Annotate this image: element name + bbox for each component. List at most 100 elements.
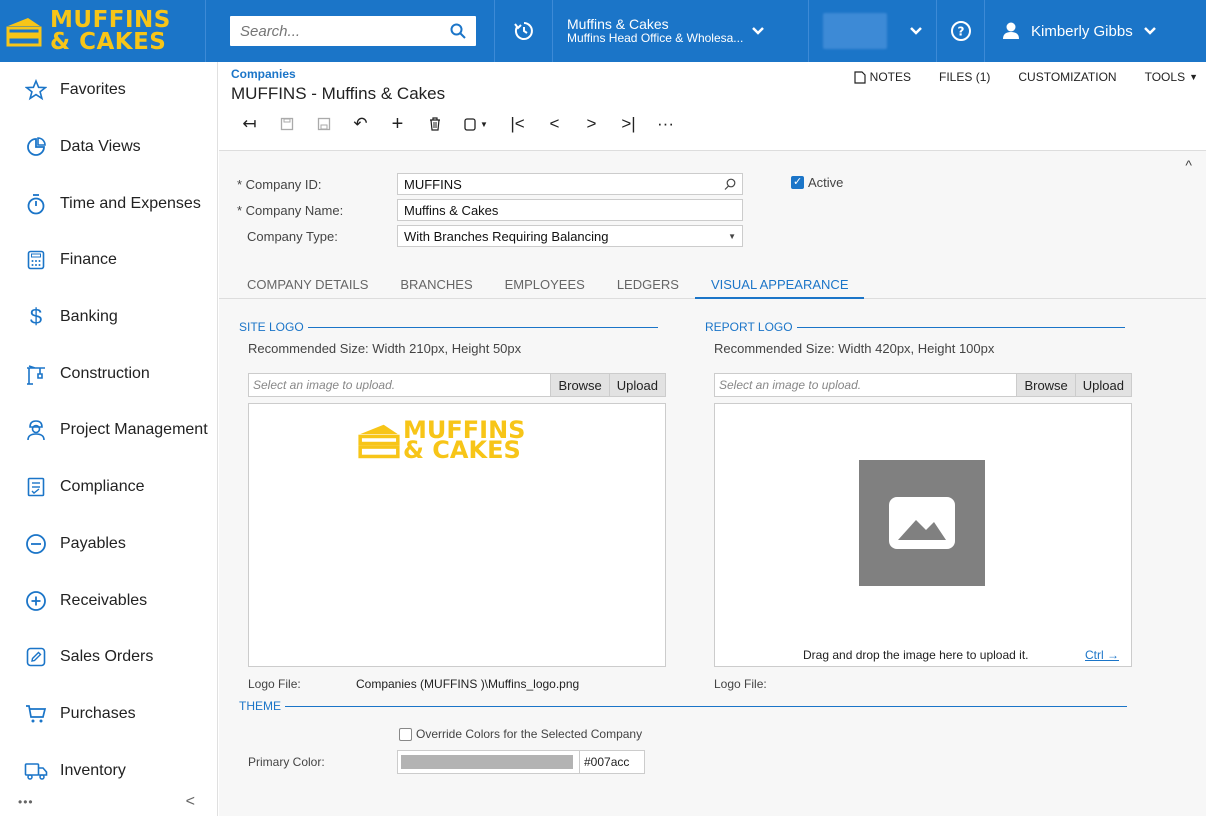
report-logo-browse-button[interactable]: Browse — [1016, 373, 1076, 397]
sidebar-item-receivables[interactable]: Receivables — [0, 572, 217, 629]
history-button[interactable] — [494, 0, 552, 62]
tab-ledgers[interactable]: LEDGERS — [601, 267, 695, 299]
tab-branches[interactable]: BRANCHES — [384, 267, 488, 299]
previous-record-button[interactable]: < — [536, 114, 573, 134]
company-name-label: * Company Name: — [237, 202, 344, 218]
ellipsis-icon: ··· — [657, 114, 674, 133]
customization-link[interactable]: CUSTOMIZATION — [1018, 70, 1116, 84]
page-title: MUFFINS - Muffins & Cakes — [231, 84, 446, 103]
company-selector[interactable]: Muffins & Cakes Muffins Head Office & Wh… — [552, 0, 808, 62]
active-checkbox[interactable]: Active — [791, 175, 843, 190]
save-close-button[interactable] — [268, 117, 305, 131]
add-button[interactable]: + — [379, 113, 416, 136]
search-icon[interactable] — [450, 23, 466, 39]
back-button[interactable]: ↤ — [231, 114, 268, 134]
top-links: NOTES FILES (1) CUSTOMIZATION TOOLS ▼ — [854, 70, 1198, 84]
save-close-icon — [280, 117, 293, 131]
brand-logo[interactable]: MUFFINS & CAKES — [0, 0, 206, 62]
checkbox-unchecked[interactable] — [399, 727, 412, 741]
report-logo-preview[interactable]: Drag and drop the image here to upload i… — [714, 403, 1132, 667]
global-search — [230, 16, 476, 46]
pie-chart-icon — [24, 135, 48, 159]
sidebar-item-payables[interactable]: Payables — [0, 516, 217, 573]
site-logo-upload: Select an image to upload. Browse Upload — [248, 373, 666, 397]
chevron-right-icon: > — [586, 114, 597, 133]
trash-icon — [429, 117, 440, 131]
search-icon[interactable] — [724, 178, 736, 190]
site-logo-browse-button[interactable]: Browse — [550, 373, 610, 397]
notes-link[interactable]: NOTES — [854, 70, 911, 84]
site-logo-file-label: Logo File: — [248, 677, 301, 691]
more-icon[interactable]: ••• — [18, 795, 34, 809]
more-actions-button[interactable]: ··· — [647, 114, 684, 134]
report-logo-file-row: Logo File: — [714, 677, 767, 691]
tab-company-details[interactable]: COMPANY DETAILS — [231, 267, 384, 299]
sidebar-item-construction[interactable]: Construction — [0, 345, 217, 402]
user-menu[interactable]: Kimberly Gibbs — [984, 0, 1206, 62]
files-link[interactable]: FILES (1) — [939, 70, 990, 84]
sidebar-item-project-management[interactable]: Project Management — [0, 402, 217, 459]
sidebar-item-banking[interactable]: $ Banking — [0, 289, 217, 346]
sidebar-item-label: Data Views — [60, 138, 141, 156]
company-id-label: * Company ID: — [237, 176, 322, 192]
help-button[interactable]: ? — [936, 0, 984, 62]
stopwatch-icon — [24, 192, 48, 216]
sidebar-item-sales-orders[interactable]: Sales Orders — [0, 629, 217, 686]
site-logo-preview[interactable]: MUFFINS & CAKES — [248, 403, 666, 667]
tab-bar: COMPANY DETAILS BRANCHES EMPLOYEES LEDGE… — [219, 267, 1206, 299]
company-type-select[interactable]: With Branches Requiring Balancing ▼ — [397, 225, 743, 247]
company-id-field[interactable]: MUFFINS — [397, 173, 743, 195]
theme-section-title: THEME — [239, 699, 1127, 713]
chevron-left-icon: < — [549, 114, 560, 133]
ctrl-paste-link[interactable]: Ctrl → — [1085, 648, 1119, 662]
sidebar-item-favorites[interactable]: Favorites — [0, 62, 217, 119]
sidebar-item-label: Inventory — [60, 761, 126, 779]
report-logo-upload: Select an image to upload. Browse Upload — [714, 373, 1132, 397]
collapse-header-icon[interactable]: ^ — [1185, 157, 1192, 173]
dollar-icon: $ — [29, 304, 43, 330]
report-logo-file-input[interactable]: Select an image to upload. — [714, 373, 1018, 397]
collapse-sidebar-icon[interactable]: < — [186, 793, 195, 811]
color-swatch[interactable] — [401, 755, 573, 769]
cart-icon — [24, 702, 48, 726]
site-logo-image: MUFFINS & CAKES — [357, 418, 525, 462]
undo-icon: ↶ — [353, 114, 368, 133]
company-name-field[interactable]: Muffins & Cakes — [397, 199, 743, 221]
site-logo-file-input[interactable]: Select an image to upload. — [248, 373, 552, 397]
clipboard-icon — [464, 118, 476, 131]
sidebar-item-finance[interactable]: Finance — [0, 232, 217, 289]
undo-button[interactable]: ↶ — [342, 114, 379, 134]
primary-color-value[interactable]: #007acc — [579, 751, 629, 773]
checkbox-checked[interactable] — [791, 175, 804, 189]
last-record-button[interactable]: >| — [610, 114, 647, 134]
svg-text:?: ? — [957, 25, 964, 39]
branch-selector[interactable] — [808, 0, 936, 62]
first-record-button[interactable]: |< — [499, 114, 536, 134]
save-icon — [317, 117, 330, 131]
sidebar-item-label: Favorites — [60, 81, 126, 99]
next-record-button[interactable]: > — [573, 114, 610, 134]
sidebar-item-data-views[interactable]: Data Views — [0, 119, 217, 176]
primary-color-field[interactable]: #007acc — [397, 750, 645, 774]
form-panel: ^ * Company ID: MUFFINS Active * Company… — [219, 150, 1206, 816]
plus-icon: + — [391, 112, 404, 135]
tab-visual-appearance[interactable]: VISUAL APPEARANCE — [694, 267, 865, 299]
sidebar-item-label: Construction — [60, 364, 150, 382]
search-input[interactable] — [240, 22, 420, 40]
save-button[interactable] — [305, 117, 342, 131]
site-logo-upload-button[interactable]: Upload — [608, 373, 666, 397]
tab-employees[interactable]: EMPLOYEES — [489, 267, 601, 299]
sidebar-item-compliance[interactable]: Compliance — [0, 459, 217, 516]
sidebar-item-purchases[interactable]: Purchases — [0, 686, 217, 743]
override-colors-checkbox[interactable]: Override Colors for the Selected Company — [399, 727, 642, 741]
site-logo-section-title: SITE LOGO — [239, 320, 658, 334]
copy-paste-button[interactable]: ▼ — [453, 117, 499, 131]
delete-button[interactable] — [416, 117, 453, 131]
sidebar-item-label: Receivables — [60, 591, 148, 609]
breadcrumb[interactable]: Companies — [231, 67, 296, 81]
sidebar-item-label: Payables — [60, 534, 126, 552]
report-logo-upload-button[interactable]: Upload — [1074, 373, 1132, 397]
chevron-down-icon — [910, 27, 922, 35]
tools-menu[interactable]: TOOLS ▼ — [1145, 70, 1198, 84]
sidebar-item-time-and-expenses[interactable]: Time and Expenses — [0, 175, 217, 232]
